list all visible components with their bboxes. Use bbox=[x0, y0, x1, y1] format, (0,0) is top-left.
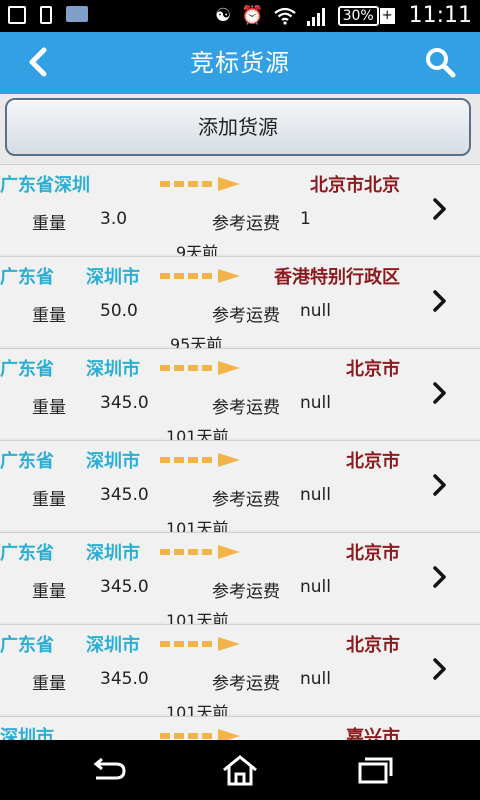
fee-label: 参考运费 bbox=[212, 490, 280, 510]
weight-label: 重量 bbox=[32, 398, 66, 418]
search-icon[interactable] bbox=[422, 44, 458, 80]
origin-city-label: 深圳市 bbox=[86, 543, 140, 564]
add-cargo-button[interactable]: 添加货源 bbox=[5, 98, 471, 156]
weight-value: 3.0 bbox=[100, 209, 128, 229]
route-row: 广东省深圳 北京市北京 bbox=[0, 171, 420, 196]
fee-label: 参考运费 bbox=[212, 306, 280, 326]
chevron-right-icon[interactable] bbox=[432, 289, 448, 313]
destination-label: 北京市 bbox=[346, 359, 400, 380]
route-row: 广东省 深圳市 北京市 bbox=[0, 355, 420, 380]
origin-city-label: 深圳市 bbox=[86, 359, 140, 380]
fee-value: null bbox=[300, 301, 331, 321]
route-arrow-icon bbox=[160, 545, 240, 559]
page-title: 竞标货源 bbox=[190, 49, 290, 77]
fee-value: null bbox=[300, 393, 331, 413]
origin-label: 广东省 bbox=[0, 543, 54, 564]
route-arrow-icon bbox=[160, 177, 240, 191]
weight-value: 345.0 bbox=[100, 577, 149, 597]
route-row: 深圳市 嘉兴市 bbox=[0, 723, 420, 740]
route-arrow-icon bbox=[160, 637, 240, 651]
fee-value: null bbox=[300, 485, 331, 505]
list-item[interactable]: 广东省 深圳市 北京市 重量 345.0 参考运费 null 101天前 bbox=[0, 532, 480, 630]
route-arrow-icon bbox=[160, 453, 240, 467]
weight-value: 345.0 bbox=[100, 485, 149, 505]
origin-city-label: 深圳市 bbox=[86, 635, 140, 656]
signal-icon bbox=[306, 8, 325, 26]
fee-label: 参考运费 bbox=[212, 398, 280, 418]
chevron-right-icon[interactable] bbox=[432, 657, 448, 681]
route-row: 广东省 深圳市 北京市 bbox=[0, 539, 420, 564]
destination-label: 北京市北京 bbox=[310, 175, 400, 196]
weight-label: 重量 bbox=[32, 214, 66, 234]
weight-label: 重量 bbox=[32, 306, 66, 326]
destination-label: 嘉兴市 bbox=[346, 727, 400, 740]
destination-label: 北京市 bbox=[346, 543, 400, 564]
origin-label: 广东省深圳 bbox=[0, 175, 90, 196]
chevron-right-icon[interactable] bbox=[432, 473, 448, 497]
destination-label: 香港特别行政区 bbox=[274, 267, 400, 288]
back-icon[interactable] bbox=[88, 754, 128, 786]
chevron-right-icon[interactable] bbox=[432, 197, 448, 221]
origin-label: 广东省 bbox=[0, 359, 54, 380]
cargo-list[interactable]: 广东省深圳 北京市北京 重量 3.0 参考运费 1 9天前 广东省 深圳市 香港特别行政区 重量 50… bbox=[0, 164, 480, 740]
list-item[interactable]: 广东省 深圳市 北京市 重量 345.0 参考运费 null 101天前 bbox=[0, 624, 480, 722]
fee-label: 参考运费 bbox=[212, 674, 280, 694]
weight-label: 重量 bbox=[32, 674, 66, 694]
battery-indicator: 30% + bbox=[337, 6, 395, 26]
fee-label: 参考运费 bbox=[212, 214, 280, 234]
message-icon bbox=[66, 6, 88, 22]
weight-label: 重量 bbox=[32, 490, 66, 510]
list-item[interactable]: 深圳市嘉兴市重量参考运费 bbox=[0, 716, 480, 740]
origin-city-label: 深圳市 bbox=[86, 451, 140, 472]
destination-label: 北京市 bbox=[346, 451, 400, 472]
fee-value: null bbox=[300, 669, 331, 689]
list-item[interactable]: 广东省深圳 北京市北京 重量 3.0 参考运费 1 9天前 bbox=[0, 164, 480, 262]
origin-label: 广东省 bbox=[0, 451, 54, 472]
add-button-area: 添加货源 bbox=[0, 94, 480, 164]
chevron-right-icon[interactable] bbox=[432, 565, 448, 589]
route-arrow-icon bbox=[160, 269, 240, 283]
vibrate-icon: ☯ bbox=[215, 5, 232, 26]
origin-city-label: 深圳市 bbox=[86, 267, 140, 288]
weight-value: 50.0 bbox=[100, 301, 138, 321]
origin-label: 广东省 bbox=[0, 267, 54, 288]
weight-value: 345.0 bbox=[100, 393, 149, 413]
list-item[interactable]: 广东省 深圳市 北京市 重量 345.0 参考运费 null 101天前 bbox=[0, 348, 480, 446]
status-bar: ☯ ⏰ 30% + 11:11 bbox=[0, 0, 480, 32]
wifi-icon bbox=[273, 7, 296, 25]
app-header: 竞标货源 bbox=[0, 32, 480, 94]
image-icon bbox=[8, 6, 26, 24]
route-row: 广东省 深圳市 北京市 bbox=[0, 631, 420, 656]
fee-value: null bbox=[300, 577, 331, 597]
list-item[interactable]: 广东省 深圳市 北京市 重量 345.0 参考运费 null 101天前 bbox=[0, 440, 480, 538]
alarm-icon: ⏰ bbox=[241, 5, 264, 26]
route-arrow-icon bbox=[160, 361, 240, 375]
home-icon[interactable] bbox=[220, 754, 260, 786]
navigation-bar bbox=[0, 740, 480, 800]
fee-label: 参考运费 bbox=[212, 582, 280, 602]
route-arrow-icon bbox=[160, 729, 240, 740]
chevron-right-icon[interactable] bbox=[432, 381, 448, 405]
origin-label: 广东省 bbox=[0, 635, 54, 656]
clock: 11:11 bbox=[408, 3, 472, 28]
weight-label: 重量 bbox=[32, 582, 66, 602]
weight-value: 345.0 bbox=[100, 669, 149, 689]
origin-label: 深圳市 bbox=[0, 727, 54, 740]
list-item[interactable]: 广东省 深圳市 香港特别行政区 重量 50.0 参考运费 null 95天前 bbox=[0, 256, 480, 354]
destination-label: 北京市 bbox=[346, 635, 400, 656]
phone-icon bbox=[40, 6, 52, 24]
recent-apps-icon[interactable] bbox=[354, 754, 394, 786]
fee-value: 1 bbox=[300, 209, 311, 229]
route-row: 广东省 深圳市 北京市 bbox=[0, 447, 420, 472]
battery-level: 30% bbox=[337, 6, 379, 26]
charging-icon: + bbox=[379, 8, 395, 24]
route-row: 广东省 深圳市 香港特别行政区 bbox=[0, 263, 420, 288]
